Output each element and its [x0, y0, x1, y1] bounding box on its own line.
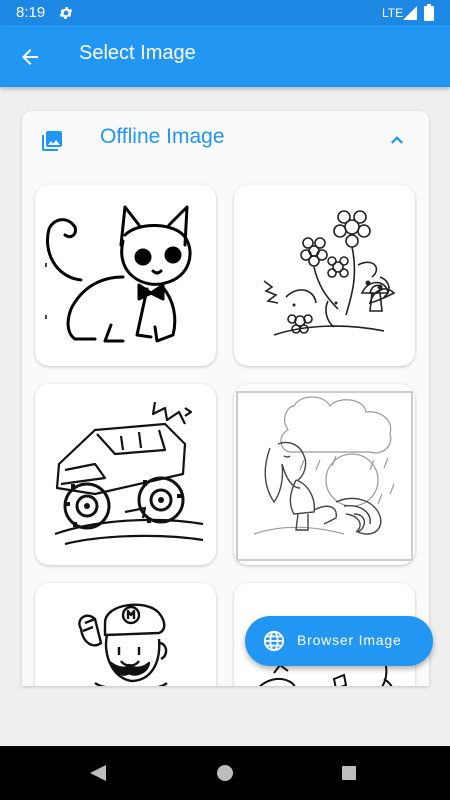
page-title: Select Image — [79, 42, 196, 64]
nav-recents-icon[interactable] — [342, 766, 356, 780]
globe-icon — [263, 630, 285, 652]
image-thumbnail-flowers[interactable] — [234, 185, 415, 366]
status-bar: 8:19 LTE — [0, 0, 450, 25]
signal-icon — [403, 6, 417, 20]
pony-drawing — [236, 391, 413, 561]
arrow-back-icon[interactable] — [18, 45, 42, 69]
app-bar: Select Image — [0, 25, 450, 87]
nav-back-icon[interactable] — [89, 764, 107, 782]
section-title: Offline Image — [100, 125, 225, 148]
image-thumbnail-character[interactable] — [35, 583, 216, 686]
character-drawing — [78, 603, 168, 686]
system-nav-bar — [0, 746, 450, 800]
status-time: 8:19 — [16, 4, 46, 21]
section-header[interactable]: Offline Image — [22, 111, 429, 171]
battery-icon — [424, 4, 434, 21]
image-thumbnail-pony[interactable] — [234, 384, 415, 565]
browser-image-button[interactable]: Browser Image — [245, 616, 433, 666]
image-thumbnail-monster-truck[interactable] — [35, 384, 216, 565]
image-thumbnail-cat[interactable] — [35, 185, 216, 366]
chevron-up-icon[interactable] — [388, 131, 406, 149]
offline-images-panel: Offline Image — [22, 111, 429, 686]
settings-gear-icon — [59, 7, 73, 19]
flowers-drawing — [263, 210, 396, 336]
photo-library-icon — [42, 131, 62, 151]
cat-drawing — [45, 205, 192, 343]
network-type: LTE — [382, 6, 404, 20]
browser-image-label: Browser Image — [297, 632, 402, 648]
nav-home-icon[interactable] — [217, 765, 233, 781]
monster-truck-drawing — [54, 401, 204, 546]
